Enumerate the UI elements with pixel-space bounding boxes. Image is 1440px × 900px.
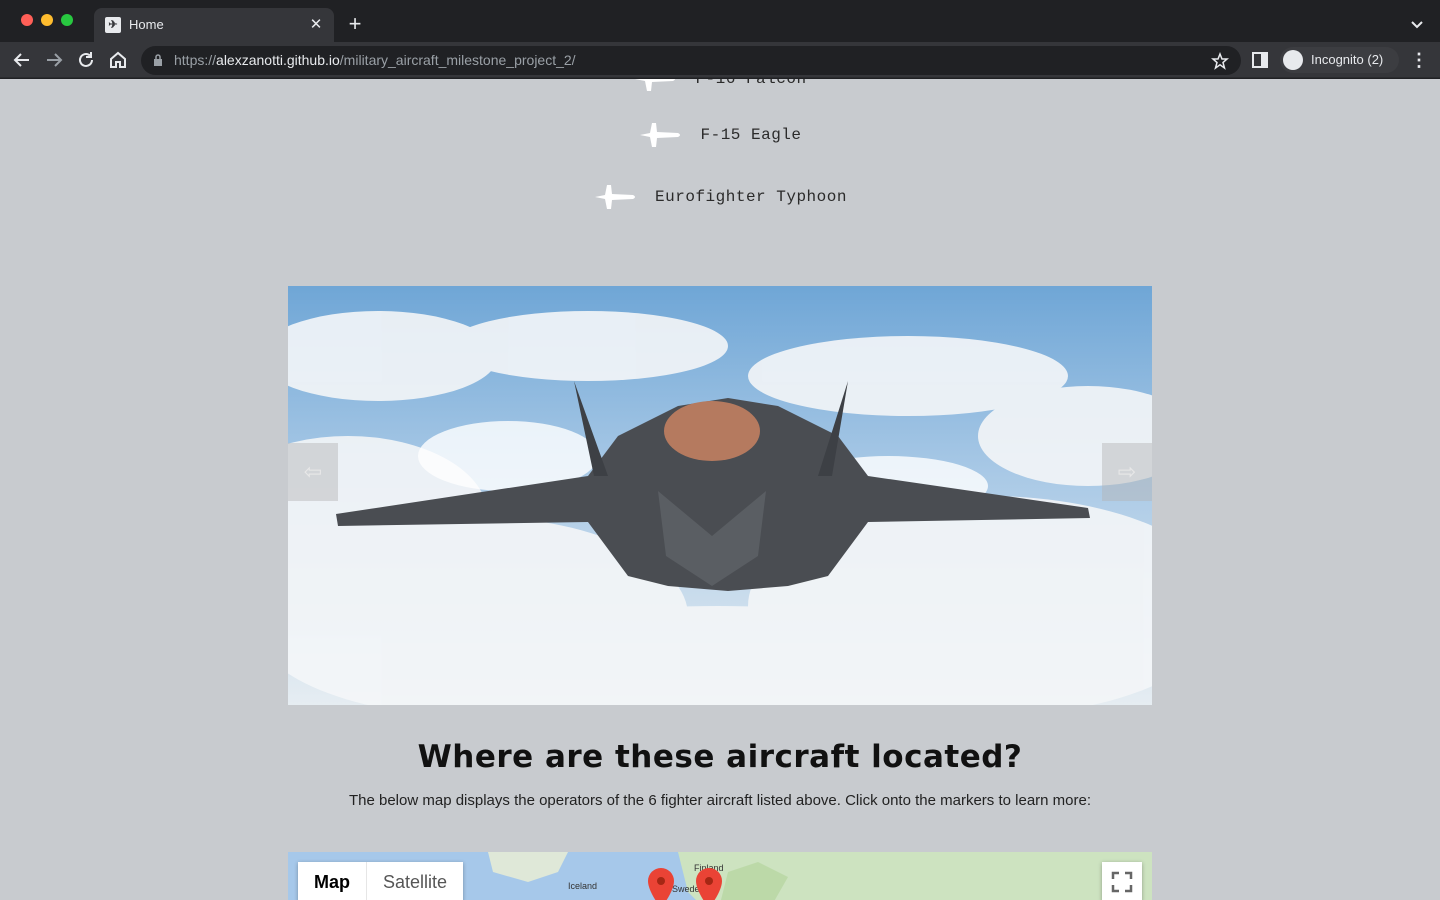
side-panel-icon[interactable] xyxy=(1251,51,1269,69)
list-item[interactable]: F-16 Falcon xyxy=(0,79,1440,101)
aircraft-name: F-16 Falcon xyxy=(695,79,807,88)
map-type-satellite-button[interactable]: Satellite xyxy=(367,862,463,900)
jet-icon xyxy=(635,79,676,91)
reload-icon[interactable] xyxy=(74,48,98,72)
map-fullscreen-button[interactable] xyxy=(1102,862,1142,900)
map-widget[interactable]: Iceland Finland Sweden Map Satellite xyxy=(288,852,1152,900)
browser-tab[interactable]: ✈ Home ✕ xyxy=(94,8,334,42)
window-minimize-button[interactable] xyxy=(41,14,53,26)
carousel-prev-button[interactable]: ⇦ xyxy=(288,443,338,501)
arrow-right-icon: ⇨ xyxy=(1117,459,1137,484)
profile-label: Incognito (2) xyxy=(1311,52,1384,67)
section-description: The below map displays the operators of … xyxy=(348,792,1092,809)
tab-title: Home xyxy=(129,17,164,32)
url-text: https://alexzanotti.github.io/military_a… xyxy=(174,52,576,68)
back-arrow-icon[interactable] xyxy=(10,48,34,72)
lock-icon xyxy=(154,54,162,66)
address-bar[interactable]: https://alexzanotti.github.io/military_a… xyxy=(141,46,1241,75)
window-maximize-button[interactable] xyxy=(61,14,73,26)
map-marker-icon[interactable] xyxy=(648,868,674,900)
section-title: Where are these aircraft located? xyxy=(417,739,1023,775)
page-content: F-16 Falcon F-15 Eagle Eurofighter Typho… xyxy=(0,79,1440,900)
carousel-next-button[interactable]: ⇨ xyxy=(1102,443,1152,501)
tab-search-icon[interactable] xyxy=(1407,14,1427,34)
new-tab-button[interactable]: + xyxy=(344,13,366,35)
incognito-profile-button[interactable]: Incognito (2) xyxy=(1280,47,1399,73)
aircraft-name: F-15 Eagle xyxy=(700,126,802,144)
jet-icon xyxy=(640,123,681,147)
tab-close-icon[interactable]: ✕ xyxy=(306,15,326,35)
browser-toolbar: https://alexzanotti.github.io/military_a… xyxy=(0,42,1440,78)
carousel-image xyxy=(288,286,1152,705)
map-type-map-button[interactable]: Map xyxy=(298,862,367,900)
list-item[interactable]: Eurofighter Typhoon xyxy=(0,179,1440,219)
list-item[interactable]: F-15 Eagle xyxy=(0,117,1440,157)
favicon-icon: ✈ xyxy=(105,17,121,33)
jet-icon xyxy=(595,185,636,209)
aircraft-name: Eurofighter Typhoon xyxy=(655,188,847,206)
browser-tab-bar: ✈ Home ✕ + xyxy=(0,0,1440,42)
map-type-control: Map Satellite xyxy=(298,862,464,900)
bookmark-star-icon[interactable] xyxy=(1211,52,1229,70)
map-marker-icon[interactable] xyxy=(696,868,722,900)
window-close-button[interactable] xyxy=(21,14,33,26)
arrow-left-icon: ⇦ xyxy=(303,459,323,484)
browser-menu-icon[interactable]: ⋮ xyxy=(1409,50,1429,70)
map-label: Iceland xyxy=(568,881,598,891)
home-icon[interactable] xyxy=(106,48,130,72)
forward-arrow-icon[interactable] xyxy=(42,48,66,72)
incognito-icon xyxy=(1283,50,1303,70)
image-carousel: ⇦ ⇨ xyxy=(288,286,1152,705)
fullscreen-icon xyxy=(1111,871,1133,893)
